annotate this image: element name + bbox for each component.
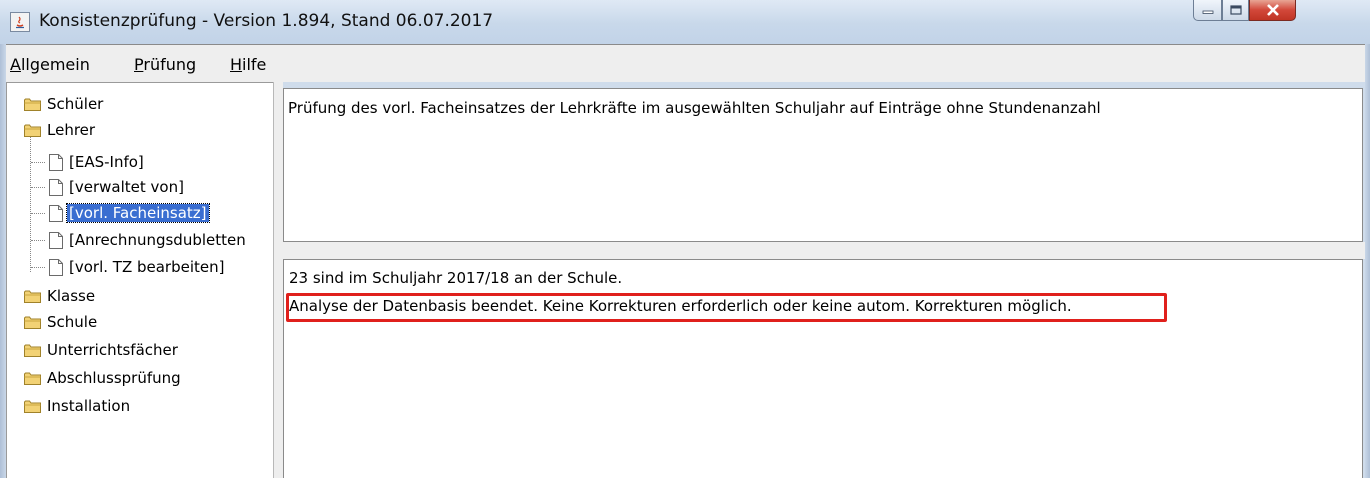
tree-folder-schule[interactable]: Schule: [24, 310, 97, 334]
maximize-icon: [1229, 5, 1242, 15]
check-description: Prüfung des vorl. Facheinsatzes der Lehr…: [288, 99, 1101, 117]
menu-pruefung[interactable]: Prüfung: [134, 55, 196, 74]
tree-leaf-label: [verwaltet von]: [69, 178, 184, 196]
folder-icon: [24, 344, 41, 357]
tree-folder-label: Schüler: [47, 95, 104, 113]
tree-guide-line: [31, 162, 45, 163]
tree-folder-label: Klasse: [47, 287, 96, 305]
tree-guide-line: [31, 187, 45, 188]
folder-icon: [24, 98, 41, 111]
tree-guide-line: [31, 213, 45, 214]
tree-leaf-label: [vorl. TZ bearbeiten]: [69, 258, 225, 276]
tree-guide-line: [31, 267, 45, 268]
tree-folder-label: Installation: [47, 397, 131, 415]
tree-folder-abschlusspruefung[interactable]: Abschlussprüfung: [24, 366, 181, 390]
menu-hilfe[interactable]: Hilfe: [230, 55, 266, 74]
document-icon: [49, 204, 63, 222]
document-icon: [49, 153, 63, 171]
tree-folder-label: Schule: [47, 313, 98, 331]
tree-leaf-label-selected: [vorl. Facheinsatz]: [66, 203, 210, 223]
tree-folder-label: Abschlussprüfung: [47, 369, 181, 387]
menu-bar: Allgemein Prüfung Hilfe: [6, 44, 1365, 82]
tree-leaf-verwaltet-von[interactable]: [verwaltet von]: [49, 175, 184, 199]
minimize-button[interactable]: [1193, 0, 1222, 21]
minimize-icon: [1202, 10, 1213, 14]
description-panel[interactable]: Prüfung des vorl. Facheinsatzes der Lehr…: [283, 88, 1363, 242]
java-app-icon: [10, 12, 30, 32]
highlight-annotation: [286, 293, 1167, 322]
tree-leaf-anrechnungsdubletten[interactable]: [Anrechnungsdubletten: [49, 228, 246, 252]
document-icon: [49, 231, 63, 249]
tree-guide-line: [31, 240, 45, 241]
result-panel[interactable]: 23 sind im Schuljahr 2017/18 an der Schu…: [283, 259, 1363, 478]
folder-icon: [24, 124, 41, 137]
tree-folder-installation[interactable]: Installation: [24, 394, 130, 418]
window-frame-right: [1365, 44, 1370, 478]
folder-icon: [24, 400, 41, 413]
tree-folder-lehrer[interactable]: Lehrer: [24, 118, 95, 142]
maximize-button[interactable]: [1222, 0, 1249, 21]
tree-leaf-vorl-tz-bearbeiten[interactable]: [vorl. TZ bearbeiten]: [49, 255, 224, 279]
folder-icon: [24, 316, 41, 329]
title-bar[interactable]: Konsistenzprüfung - Version 1.894, Stand…: [0, 0, 1370, 44]
tree-leaf-eas-info[interactable]: [EAS-Info]: [49, 150, 144, 174]
tree-leaf-vorl-facheinsatz[interactable]: [vorl. Facheinsatz]: [49, 201, 210, 225]
tree-guide-line: [30, 137, 31, 272]
tree-folder-unterrichtsfaecher[interactable]: Unterrichtsfächer: [24, 338, 178, 362]
tree-folder-label: Unterrichtsfächer: [47, 341, 178, 359]
close-icon: [1266, 4, 1279, 16]
tree-folder-label: Lehrer: [47, 121, 96, 139]
tree-leaf-label: [Anrechnungsdubletten: [69, 231, 246, 249]
menu-allgemein[interactable]: Allgemein: [10, 55, 90, 74]
window-title: Konsistenzprüfung - Version 1.894, Stand…: [39, 11, 494, 31]
document-icon: [49, 178, 63, 196]
document-icon: [49, 258, 63, 276]
tree-folder-klasse[interactable]: Klasse: [24, 284, 95, 308]
horizontal-splitter[interactable]: [283, 242, 1365, 259]
folder-icon: [24, 372, 41, 385]
tree-folder-schueler[interactable]: Schüler: [24, 92, 103, 116]
result-line: 23 sind im Schuljahr 2017/18 an der Schu…: [289, 269, 623, 287]
folder-icon: [24, 290, 41, 303]
window-controls: [1193, 0, 1296, 22]
close-button[interactable]: [1249, 0, 1296, 21]
vertical-splitter[interactable]: [273, 82, 283, 478]
tree-leaf-label: [EAS-Info]: [69, 153, 144, 171]
